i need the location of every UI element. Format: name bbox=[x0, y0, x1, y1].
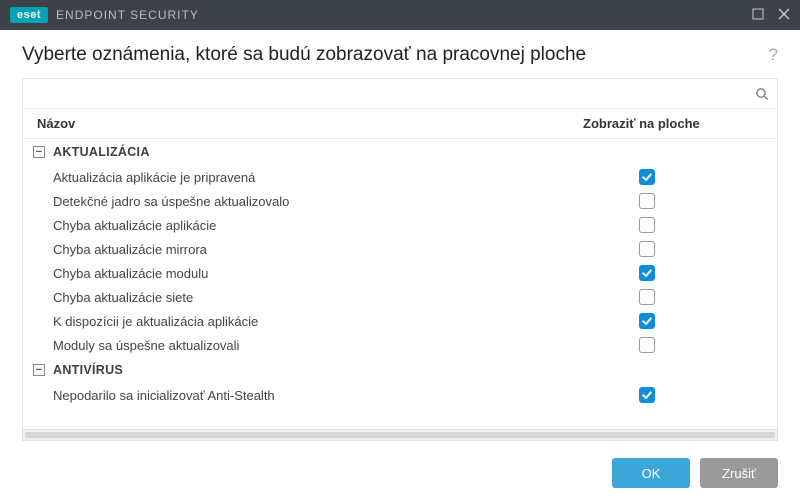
show-on-desktop-checkbox[interactable] bbox=[639, 387, 655, 403]
content-frame: Názov Zobraziť na ploche −AKTUALIZÁCIAAk… bbox=[22, 78, 778, 441]
help-icon[interactable]: ? bbox=[769, 45, 778, 65]
item-label: Nepodarilo sa inicializovať Anti-Stealth bbox=[53, 388, 587, 403]
app-name: ENDPOINT SECURITY bbox=[56, 8, 199, 22]
show-on-desktop-checkbox[interactable] bbox=[639, 193, 655, 209]
collapse-icon[interactable]: − bbox=[33, 364, 45, 376]
search-input[interactable] bbox=[31, 86, 755, 101]
ok-button[interactable]: OK bbox=[612, 458, 690, 488]
show-on-desktop-checkbox[interactable] bbox=[639, 169, 655, 185]
item-label: Aktualizácia aplikácie je pripravená bbox=[53, 170, 587, 185]
item-label: K dispozícii je aktualizácia aplikácie bbox=[53, 314, 587, 329]
cancel-button[interactable]: Zrušiť bbox=[700, 458, 778, 488]
notification-list[interactable]: −AKTUALIZÁCIAAktualizácia aplikácie je p… bbox=[23, 139, 777, 429]
show-on-desktop-checkbox[interactable] bbox=[639, 313, 655, 329]
list-item: Chyba aktualizácie aplikácie bbox=[23, 213, 777, 237]
window-controls bbox=[752, 8, 790, 23]
list-item: K dispozícii je aktualizácia aplikácie bbox=[23, 309, 777, 333]
column-show[interactable]: Zobraziť na ploche bbox=[583, 116, 763, 131]
list-item: Moduly sa úspešne aktualizovali bbox=[23, 333, 777, 357]
show-on-desktop-checkbox[interactable] bbox=[639, 265, 655, 281]
column-name[interactable]: Názov bbox=[37, 116, 583, 131]
show-on-desktop-checkbox[interactable] bbox=[639, 217, 655, 233]
group-row[interactable]: −ANTIVÍRUS bbox=[23, 357, 777, 383]
list-item: Chyba aktualizácie mirrora bbox=[23, 237, 777, 261]
show-on-desktop-checkbox[interactable] bbox=[639, 241, 655, 257]
search-icon[interactable] bbox=[755, 87, 769, 101]
group-row[interactable]: −AKTUALIZÁCIA bbox=[23, 139, 777, 165]
close-icon[interactable] bbox=[778, 8, 790, 23]
group-label: AKTUALIZÁCIA bbox=[53, 145, 150, 159]
horizontal-scrollbar[interactable] bbox=[23, 429, 777, 440]
item-label: Detekčné jadro sa úspešne aktualizovalo bbox=[53, 194, 587, 209]
show-on-desktop-checkbox[interactable] bbox=[639, 289, 655, 305]
brand-logo: eset bbox=[10, 7, 48, 23]
list-item: Chyba aktualizácie modulu bbox=[23, 261, 777, 285]
search-row bbox=[23, 79, 777, 109]
item-label: Chyba aktualizácie mirrora bbox=[53, 242, 587, 257]
collapse-icon[interactable]: − bbox=[33, 146, 45, 158]
list-item: Chyba aktualizácie siete bbox=[23, 285, 777, 309]
show-on-desktop-checkbox[interactable] bbox=[639, 337, 655, 353]
minimize-icon[interactable] bbox=[752, 8, 764, 23]
item-label: Chyba aktualizácie modulu bbox=[53, 266, 587, 281]
item-label: Chyba aktualizácie siete bbox=[53, 290, 587, 305]
dialog-footer: OK Zrušiť bbox=[0, 446, 800, 500]
list-item: Detekčné jadro sa úspešne aktualizovalo bbox=[23, 189, 777, 213]
list-item: Nepodarilo sa inicializovať Anti-Stealth bbox=[23, 383, 777, 407]
page-header: Vyberte oznámenia, ktoré sa budú zobrazo… bbox=[0, 30, 800, 78]
item-label: Chyba aktualizácie aplikácie bbox=[53, 218, 587, 233]
item-label: Moduly sa úspešne aktualizovali bbox=[53, 338, 587, 353]
column-headers: Názov Zobraziť na ploche bbox=[23, 109, 777, 139]
titlebar: eset ENDPOINT SECURITY bbox=[0, 0, 800, 30]
page-title: Vyberte oznámenia, ktoré sa budú zobrazo… bbox=[22, 44, 586, 66]
list-item: Aktualizácia aplikácie je pripravená bbox=[23, 165, 777, 189]
group-label: ANTIVÍRUS bbox=[53, 363, 123, 377]
